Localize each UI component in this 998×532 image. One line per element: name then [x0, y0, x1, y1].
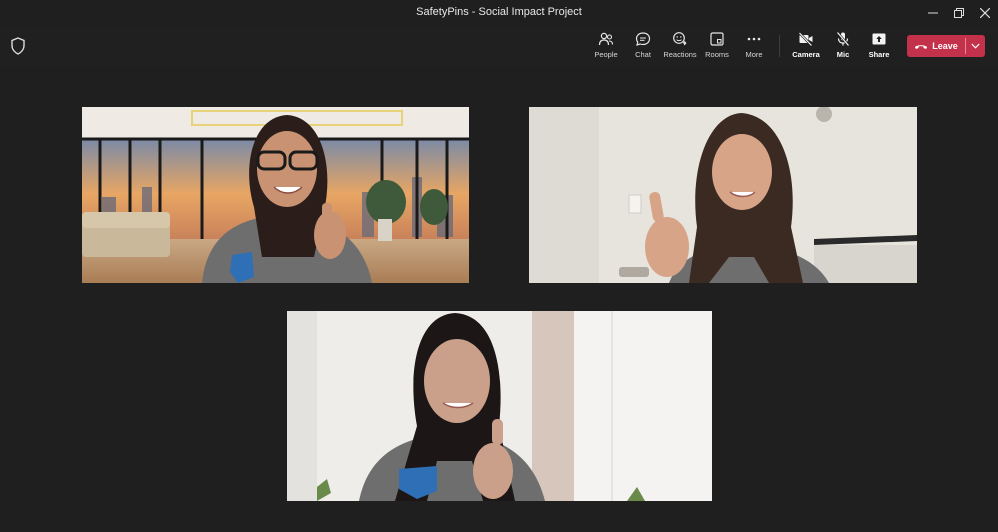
rooms-button[interactable]: Rooms: [699, 31, 735, 63]
rooms-icon: [710, 32, 724, 46]
shield-icon[interactable]: [10, 37, 26, 55]
participant-video-3[interactable]: [287, 311, 712, 501]
people-button[interactable]: People: [588, 31, 624, 63]
title-bar: SafetyPins - Social Impact Project: [0, 0, 998, 26]
camera-button[interactable]: Camera: [788, 31, 824, 63]
more-button[interactable]: More: [736, 31, 772, 63]
chat-button[interactable]: Chat: [625, 31, 661, 63]
minimize-icon: [928, 12, 938, 14]
reactions-button[interactable]: Reactions: [662, 31, 698, 63]
mic-label: Mic: [836, 50, 850, 59]
people-icon: [598, 32, 614, 46]
more-icon: [747, 37, 761, 41]
leave-options-button[interactable]: [966, 35, 985, 57]
window-title: SafetyPins - Social Impact Project: [416, 6, 582, 18]
share-icon: [872, 33, 886, 45]
chat-label: Chat: [635, 50, 651, 59]
participant-video-feed: [529, 107, 917, 283]
toolbar-divider: [779, 35, 780, 57]
reactions-label: Reactions: [663, 50, 697, 59]
participant-video-2[interactable]: [529, 107, 917, 283]
phone-hangup-icon: [915, 45, 928, 49]
camera-label: Camera: [792, 50, 820, 59]
rooms-label: Rooms: [705, 50, 729, 59]
more-label: More: [745, 50, 763, 59]
participant-video-1[interactable]: [82, 107, 469, 283]
restore-button[interactable]: [946, 2, 972, 24]
reactions-icon: [673, 32, 687, 46]
participant-video-feed: [287, 311, 712, 501]
meeting-toolbar: People Chat Reactions Rooms More Camera …: [0, 26, 998, 66]
leave-button-group: Leave: [907, 35, 985, 57]
chat-icon: [635, 32, 651, 46]
participant-video-feed: [82, 107, 469, 283]
people-label: People: [594, 50, 618, 59]
close-button[interactable]: [972, 2, 998, 24]
minimize-button[interactable]: [920, 2, 946, 24]
chevron-down-icon: [971, 43, 980, 49]
restore-icon: [954, 8, 964, 18]
share-button[interactable]: Share: [861, 31, 897, 63]
mic-off-icon: [836, 31, 850, 47]
leave-label: Leave: [932, 41, 958, 51]
share-label: Share: [868, 50, 890, 59]
camera-off-icon: [798, 32, 813, 47]
leave-button[interactable]: Leave: [907, 35, 965, 57]
close-icon: [980, 8, 990, 18]
mic-button[interactable]: Mic: [825, 31, 861, 63]
